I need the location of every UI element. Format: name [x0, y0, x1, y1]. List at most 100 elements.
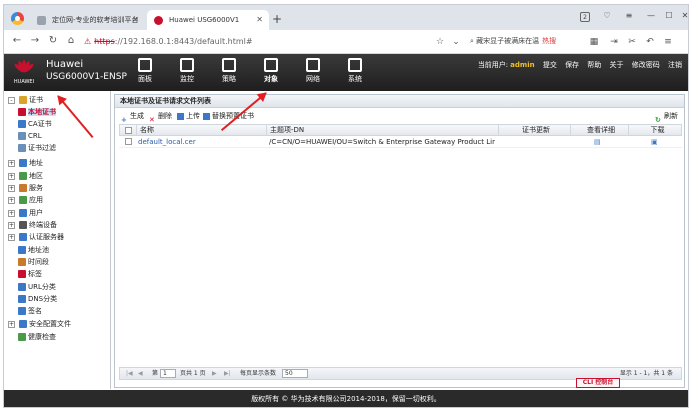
- logout-link[interactable]: 注销: [668, 61, 682, 69]
- star-icon[interactable]: ☆: [434, 36, 446, 48]
- table-row[interactable]: default_local.cer /C=CN/O=HUAWEI/OU=Swit…: [119, 136, 682, 148]
- cert-filter-icon: [18, 144, 26, 152]
- cut-icon[interactable]: ✂: [626, 36, 638, 48]
- expand-icon[interactable]: +: [8, 196, 15, 204]
- col-detail[interactable]: 查看详细: [570, 125, 628, 135]
- help-link[interactable]: 帮助: [587, 61, 601, 69]
- last-page-icon[interactable]: ▶|: [224, 368, 231, 380]
- page-number-input[interactable]: 1: [160, 368, 176, 380]
- col-renew[interactable]: 证书更新: [498, 125, 570, 135]
- submit-link[interactable]: 提交: [543, 61, 557, 69]
- url-input[interactable]: ⚠ https://192.168.0.1:8443/default.html#: [84, 34, 384, 49]
- first-page-icon[interactable]: |◀: [126, 368, 133, 380]
- url-text: ://192.168.0.1:8443/default.html#: [114, 37, 253, 46]
- sidebar-item-address-pool[interactable]: 地址池: [18, 244, 49, 256]
- collapse-icon[interactable]: -: [8, 96, 15, 104]
- search-input[interactable]: ⌕ 藏宋显子被满床在温 热搜: [470, 34, 580, 49]
- col-name[interactable]: 名称: [136, 125, 266, 135]
- dashboard-icon: [138, 58, 152, 72]
- per-page-select[interactable]: 50: [282, 368, 308, 380]
- sidebar-item-security-profile[interactable]: + 安全配置文件: [8, 318, 71, 330]
- sidebar-item-url-category[interactable]: URL分类: [18, 281, 56, 293]
- about-link[interactable]: 关于: [610, 61, 624, 69]
- forward-icon[interactable]: →: [28, 35, 42, 47]
- sidebar-item-auth-server[interactable]: + 认证服务器: [8, 231, 64, 243]
- tab-count-badge[interactable]: 2: [580, 12, 590, 22]
- tab-huawei[interactable]: Huawei USG6000V1 ✕: [147, 10, 269, 30]
- per-page-label: 每页显示条数: [240, 370, 277, 377]
- reload-icon[interactable]: ↻: [46, 35, 60, 47]
- sidebar-item-signature[interactable]: 签名: [18, 305, 42, 317]
- address-icon: [19, 159, 27, 167]
- object-icon: [264, 58, 278, 72]
- expand-icon[interactable]: +: [8, 159, 15, 167]
- browser-logo-icon[interactable]: [11, 12, 24, 25]
- view-detail-icon[interactable]: ▤: [594, 136, 601, 148]
- sidebar-item-local-cert[interactable]: 本地证书: [18, 106, 56, 118]
- sidebar-item-application[interactable]: + 应用: [8, 194, 43, 206]
- download-icon[interactable]: ▣: [651, 136, 658, 148]
- dropdown-icon[interactable]: ⌄: [450, 36, 462, 48]
- expand-icon[interactable]: +: [8, 209, 15, 217]
- close-window-icon[interactable]: ✕: [676, 11, 688, 20]
- cli-console-button[interactable]: CLI 控制台: [576, 378, 620, 388]
- nav-system[interactable]: 系统: [338, 58, 372, 84]
- nav-dashboard[interactable]: 面板: [128, 58, 162, 84]
- sidebar-item-dns-category[interactable]: DNS分类: [18, 293, 57, 305]
- row-checkbox[interactable]: [125, 138, 132, 145]
- cert-name-link[interactable]: default_local.cer: [138, 136, 264, 148]
- close-tab-icon[interactable]: ✕: [256, 10, 263, 30]
- home-icon[interactable]: ⌂: [64, 35, 78, 47]
- expand-icon[interactable]: +: [8, 320, 15, 328]
- network-icon: [306, 58, 320, 72]
- extension-icon[interactable]: ⇥: [608, 36, 620, 48]
- nav-network[interactable]: 网络: [296, 58, 330, 84]
- sidebar-item-crl[interactable]: CRL: [18, 130, 42, 142]
- sidebar-item-region[interactable]: + 地区: [8, 170, 43, 182]
- sidebar-item-terminal-device[interactable]: + 终端设备: [8, 219, 57, 231]
- expand-icon[interactable]: +: [8, 233, 15, 241]
- sidebar-item-health-check[interactable]: 健康检查: [18, 331, 56, 343]
- more-icon[interactable]: ≡: [662, 36, 674, 48]
- service-icon: [19, 184, 27, 192]
- sidebar-item-user[interactable]: + 用户: [8, 207, 43, 219]
- expand-icon[interactable]: +: [8, 172, 15, 180]
- menu-icon[interactable]: ≡: [620, 11, 638, 20]
- upload-button[interactable]: 上传: [177, 109, 200, 123]
- favorite-heart-icon[interactable]: ♡: [598, 11, 616, 20]
- apps-grid-icon[interactable]: ▦: [588, 36, 600, 48]
- sidebar-item-address[interactable]: + 地址: [8, 157, 43, 169]
- sidebar-item-cert-filter[interactable]: 证书过滤: [18, 142, 56, 154]
- col-download[interactable]: 下载: [628, 125, 683, 135]
- browser-window: 定位网-专业的软考培训平台 ✕ Huawei USG6000V1 ✕ + 2 ♡…: [3, 4, 689, 408]
- huawei-logo-icon: HUAWEI: [11, 59, 37, 85]
- sidebar-item-time-range[interactable]: 时间段: [18, 256, 49, 268]
- refresh-button[interactable]: ↻ 刷新: [655, 109, 678, 124]
- select-all-checkbox[interactable]: [125, 127, 132, 134]
- back-icon[interactable]: ←: [10, 35, 24, 47]
- sidebar-item-service[interactable]: + 服务: [8, 182, 43, 194]
- minimize-icon[interactable]: —: [642, 11, 660, 20]
- tab-dingweiwang[interactable]: 定位网-专业的软考培训平台 ✕: [30, 10, 145, 30]
- close-tab-icon[interactable]: ✕: [132, 10, 139, 30]
- new-tab-button[interactable]: +: [272, 13, 282, 25]
- sidebar-item-certificate[interactable]: - 证书: [8, 94, 43, 106]
- sidebar-item-tag[interactable]: 标签: [18, 268, 42, 280]
- sidebar-item-ca-cert[interactable]: CA证书: [18, 118, 52, 130]
- nav-policy[interactable]: 策略: [212, 58, 246, 84]
- expand-icon[interactable]: +: [8, 221, 15, 229]
- next-page-icon[interactable]: ▶: [212, 368, 217, 380]
- search-icon: ⌕: [470, 37, 474, 45]
- nav-object[interactable]: 对象: [254, 58, 288, 84]
- nav-monitor[interactable]: 监控: [170, 58, 204, 84]
- undo-icon[interactable]: ↶: [644, 36, 656, 48]
- prev-page-icon[interactable]: ◀: [138, 368, 143, 380]
- expand-icon[interactable]: +: [8, 184, 15, 192]
- delete-button[interactable]: ✕ 删除: [149, 109, 172, 124]
- change-password-link[interactable]: 修改密码: [632, 61, 660, 69]
- generate-button[interactable]: + 生成: [121, 109, 144, 124]
- col-dn[interactable]: 主题项-DN: [266, 125, 498, 135]
- replace-preset-cert-button[interactable]: 替换预置证书: [203, 109, 254, 123]
- sidebar-item-label: 安全配置文件: [29, 320, 71, 328]
- save-link[interactable]: 保存: [565, 61, 579, 69]
